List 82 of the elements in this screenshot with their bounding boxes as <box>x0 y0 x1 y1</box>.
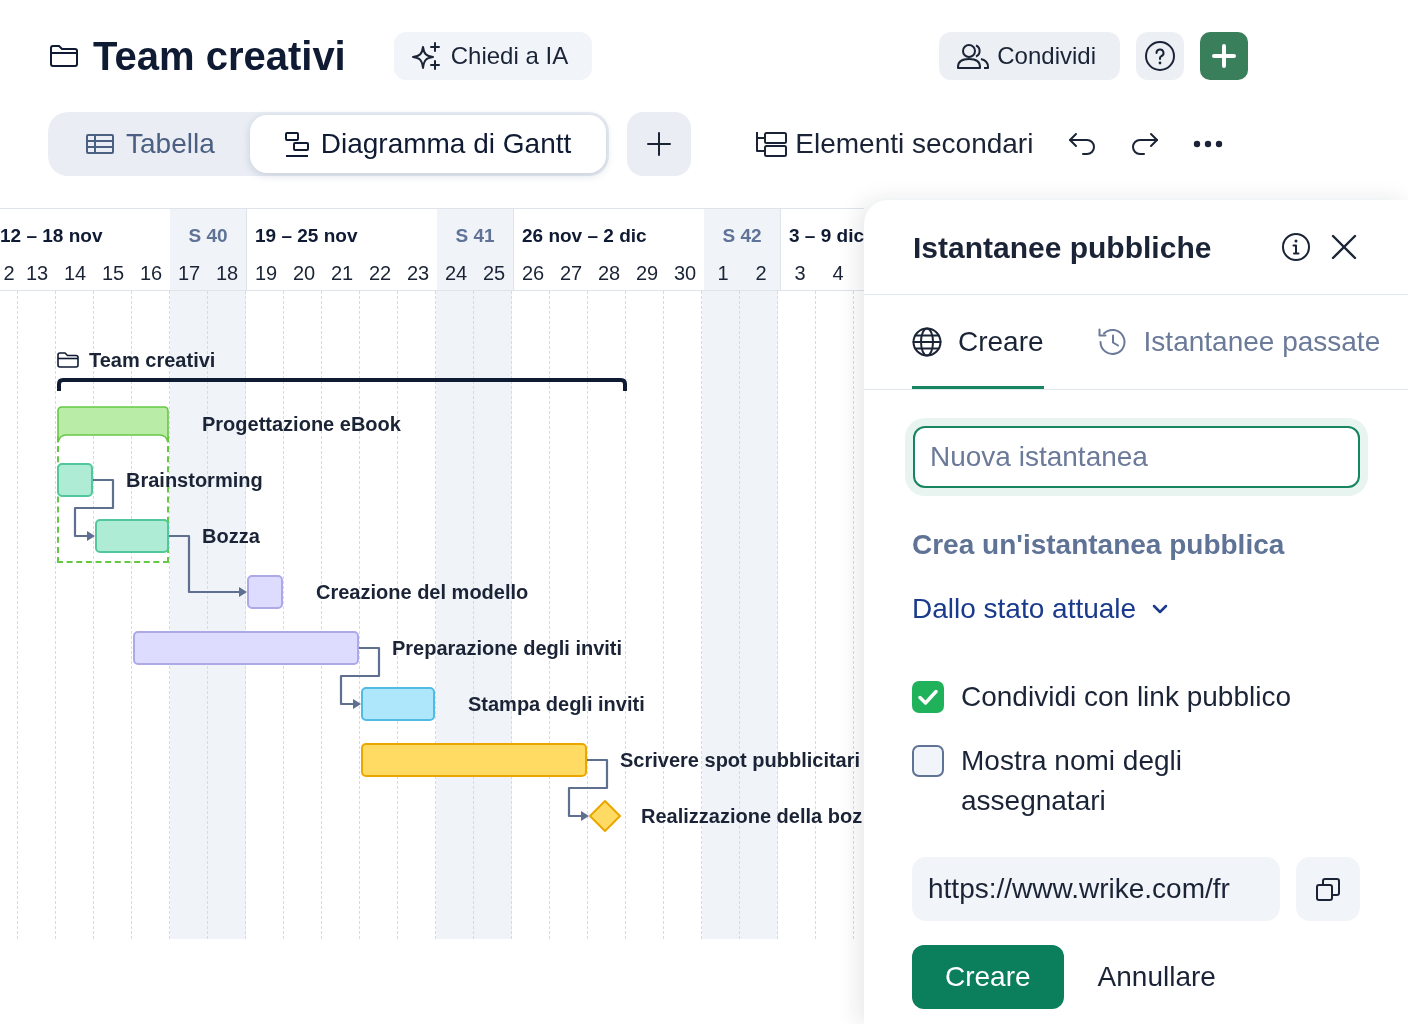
day-number: 27 <box>559 260 583 286</box>
day-number: 29 <box>635 260 659 286</box>
source-dropdown[interactable]: Dallo stato attuale <box>912 591 1169 627</box>
section-title: Crea un'istantanea pubblica <box>912 528 1285 562</box>
day-number: 25 <box>482 260 506 286</box>
checkbox-label: Mostra nomi degli assegnatari <box>961 744 1183 818</box>
week-range-label: 12 – 18 nov <box>0 223 103 248</box>
day-number: 22 <box>368 260 392 286</box>
more-icon[interactable] <box>1193 140 1224 148</box>
task-label: Creazione del modello <box>316 580 529 605</box>
day-number: 19 <box>254 260 278 286</box>
day-number: 17 <box>177 260 201 286</box>
day-number: 1 <box>717 260 729 286</box>
subitems-button[interactable]: Elementi secondari <box>755 120 1034 168</box>
ai-button[interactable]: Chiedi a IA <box>393 32 593 80</box>
cancel-button[interactable]: Annullare <box>1064 945 1249 1009</box>
redo-icon[interactable] <box>1130 132 1161 156</box>
people-icon <box>957 43 990 69</box>
sparkle-icon <box>410 42 441 70</box>
day-number: 24 <box>444 260 468 286</box>
task-label: Brainstorming <box>126 468 263 493</box>
close-icon[interactable] <box>1331 234 1357 260</box>
week-range-label: 19 – 25 nov <box>255 223 358 248</box>
checkbox[interactable] <box>912 681 944 713</box>
copy-icon <box>1316 877 1340 901</box>
day-number: 23 <box>406 260 430 286</box>
task-label: Realizzazione della boz <box>641 804 863 829</box>
table-icon <box>86 134 114 154</box>
folder-icon <box>57 352 79 368</box>
day-number: 2 <box>3 260 15 286</box>
chevron-down-icon <box>1152 604 1169 614</box>
share-button[interactable]: Condividi <box>939 32 1120 80</box>
globe-icon <box>912 327 942 357</box>
group-summary-bar[interactable] <box>57 378 627 391</box>
link-field[interactable]: https://www.wrike.com/fr <box>912 857 1280 921</box>
info-icon[interactable] <box>1282 233 1310 261</box>
day-number: 30 <box>673 260 697 286</box>
checkbox[interactable] <box>912 745 944 777</box>
day-number: 13 <box>25 260 49 286</box>
add-view-button[interactable] <box>627 112 692 176</box>
help-icon <box>1145 41 1175 71</box>
day-number: 26 <box>521 260 545 286</box>
undo-icon[interactable] <box>1067 132 1098 156</box>
checkbox-label: Condividi con link pubblico <box>961 680 1291 714</box>
day-number: 20 <box>292 260 316 286</box>
task-label: Bozza <box>202 524 260 549</box>
day-number: 15 <box>101 260 125 286</box>
week-number-label: S 40 <box>188 223 228 248</box>
day-number: 4 <box>832 260 844 286</box>
day-number: 14 <box>63 260 87 286</box>
panel-tab[interactable]: Istantanee passate <box>1095 295 1381 389</box>
plus-icon <box>647 132 672 156</box>
task-label: Preparazione degli inviti <box>392 636 623 661</box>
day-number: 2 <box>755 260 767 286</box>
page-title: Team creativi <box>93 33 346 80</box>
group-label: Team creativi <box>89 348 216 373</box>
week-number-label: S 41 <box>455 223 495 248</box>
subitems-icon <box>755 131 788 157</box>
create-button[interactable]: Creare <box>912 945 1064 1009</box>
day-number: 28 <box>597 260 621 286</box>
day-number: 21 <box>330 260 354 286</box>
day-number: 3 <box>794 260 806 286</box>
plus-icon <box>1212 44 1236 68</box>
panel-tab[interactable]: Creare <box>912 295 1044 389</box>
task-label: Scrivere spot pubblicitari <box>620 748 861 773</box>
week-range-label: 3 – 9 dic <box>789 223 864 248</box>
task-label: Progettazione eBook <box>202 412 401 437</box>
view-tab[interactable]: Diagramma di Gantt <box>249 115 607 173</box>
week-number-label: S 42 <box>722 223 762 248</box>
gantt-icon <box>284 131 309 157</box>
view-tab[interactable]: Tabella <box>51 115 250 173</box>
panel-title: Istantanee pubbliche <box>913 229 1212 266</box>
folder-icon <box>50 45 78 67</box>
snapshot-name-field[interactable]: Nuova istantanea <box>913 426 1360 488</box>
week-range-label: 26 nov – 2 dic <box>522 223 647 248</box>
day-number: 16 <box>139 260 163 286</box>
day-number: 18 <box>215 260 239 286</box>
check-icon <box>918 689 938 705</box>
copy-button[interactable] <box>1296 857 1360 921</box>
add-button[interactable] <box>1200 32 1248 80</box>
task-label: Stampa degli inviti <box>468 692 645 717</box>
help-button[interactable] <box>1136 32 1184 80</box>
